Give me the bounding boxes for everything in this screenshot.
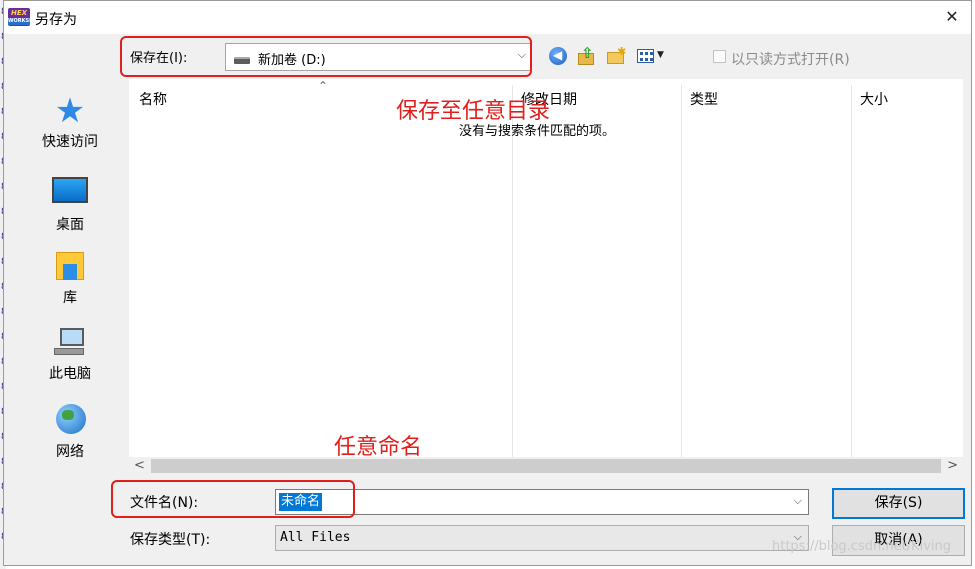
annotation-box-filename bbox=[111, 480, 355, 518]
column-divider[interactable] bbox=[681, 85, 682, 457]
view-menu-icon[interactable]: ▼ bbox=[635, 45, 669, 67]
place-library[interactable]: 库 bbox=[30, 250, 110, 307]
place-label: 网络 bbox=[56, 444, 84, 460]
filetype-label: 保存类型(T): bbox=[130, 532, 211, 548]
annotation-text-location: 保存至任意目录 bbox=[396, 99, 551, 124]
back-arrow-icon[interactable]: ◀ bbox=[547, 45, 569, 67]
network-icon bbox=[50, 404, 90, 438]
readonly-checkbox[interactable] bbox=[713, 50, 726, 63]
readonly-label: 以只读方式打开(R) bbox=[731, 52, 850, 68]
place-label: 此电脑 bbox=[49, 366, 91, 382]
star-icon: ★ bbox=[54, 91, 86, 131]
up-folder-icon[interactable]: ⇧ bbox=[575, 44, 597, 67]
column-divider[interactable] bbox=[851, 85, 852, 457]
save-button[interactable]: 保存(S) bbox=[832, 488, 965, 519]
library-icon bbox=[50, 250, 90, 284]
place-label: 快速访问 bbox=[42, 134, 98, 150]
file-list[interactable]: ⌃ 名称 修改日期 类型 大小 没有与搜索条件匹配的项。 bbox=[129, 79, 963, 457]
filename-input[interactable]: 未命名 ⌵ bbox=[275, 489, 809, 515]
chevron-down-icon[interactable]: ⌵ bbox=[794, 494, 802, 508]
watermark: https://blog.csdn.net/Kiving bbox=[772, 539, 951, 554]
place-label: 桌面 bbox=[56, 217, 84, 233]
place-this-pc[interactable]: 此电脑 bbox=[30, 326, 110, 383]
column-header-type[interactable]: 类型 bbox=[690, 89, 718, 109]
column-divider[interactable] bbox=[512, 85, 513, 457]
new-folder-icon[interactable]: ✱ bbox=[605, 45, 627, 67]
column-header-size[interactable]: 大小 bbox=[860, 89, 888, 109]
sort-caret-icon: ⌃ bbox=[318, 79, 329, 93]
filetype-value: All Files bbox=[280, 530, 351, 545]
window-title: 另存为 bbox=[35, 12, 77, 28]
place-network[interactable]: 网络 bbox=[30, 404, 110, 461]
desktop-icon bbox=[52, 177, 88, 203]
computer-icon bbox=[50, 326, 90, 360]
scroll-thumb[interactable] bbox=[151, 459, 941, 473]
place-label: 库 bbox=[63, 290, 77, 306]
scroll-right-icon[interactable]: > bbox=[947, 458, 958, 473]
place-desktop[interactable]: 桌面 bbox=[30, 173, 110, 234]
close-icon[interactable]: ✕ bbox=[939, 6, 965, 28]
annotation-text-filename: 任意命名 bbox=[334, 435, 423, 460]
hex-workshop-icon: HEX WORKSHOP bbox=[8, 8, 42, 26]
column-header-name[interactable]: 名称 bbox=[139, 89, 167, 109]
filetype-dropdown[interactable]: All Files ⌵ bbox=[275, 525, 809, 551]
horizontal-scrollbar[interactable]: < > bbox=[129, 457, 963, 475]
annotation-box-location bbox=[120, 36, 532, 77]
place-quick-access[interactable]: ★ 快速访问 bbox=[30, 94, 110, 151]
title-bar: HEX WORKSHOP 另存为 ✕ bbox=[4, 1, 971, 34]
scroll-left-icon[interactable]: < bbox=[134, 458, 145, 473]
